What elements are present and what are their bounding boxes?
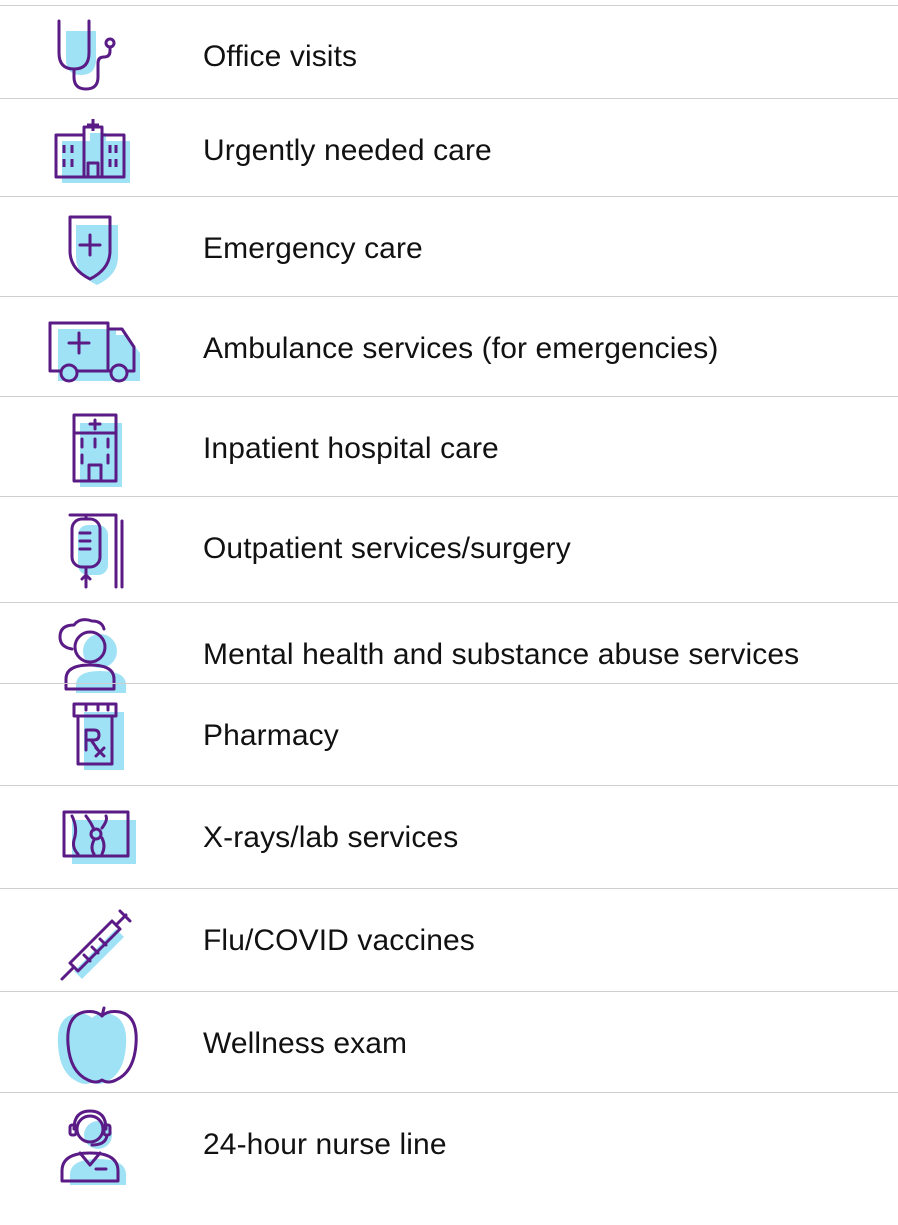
service-label: Outpatient services/surgery [203,532,571,565]
nurse-headset-icon [44,1105,144,1185]
shield-plus-icon [44,209,144,289]
divider [0,196,898,197]
list-item: Pharmacy [0,685,898,787]
divider [0,888,898,889]
divider [0,496,898,497]
divider [0,98,898,99]
list-item: 24-hour nurse line [0,1094,898,1196]
service-label: Inpatient hospital care [203,432,499,465]
list-item: Outpatient services/surgery [0,498,898,600]
apple-icon [44,1004,144,1084]
rx-bottle-icon [44,696,144,776]
divider [0,396,898,397]
syringe-icon [44,901,144,981]
service-label: X-rays/lab services [203,821,459,854]
service-label: Office visits [203,40,358,73]
divider [0,991,898,992]
list-item: Inpatient hospital care [0,398,898,500]
service-label: Urgently needed care [203,134,492,167]
divider [0,296,898,297]
service-label: Flu/COVID vaccines [203,924,475,957]
list-item: Wellness exam [0,993,898,1095]
list-item: X-rays/lab services [0,787,898,889]
list-item: Emergency care [0,198,898,300]
service-label: Wellness exam [203,1027,408,1060]
iv-bag-icon [44,509,144,589]
service-label: Pharmacy [203,719,339,752]
stethoscope-icon [44,17,144,97]
list-item: Ambulance services (for emergencies) [0,298,898,400]
divider [0,1092,898,1093]
service-label: Mental health and substance abuse servic… [203,638,800,671]
service-label: Ambulance services (for emergencies) [203,332,719,365]
list-item: Flu/COVID vaccines [0,890,898,992]
divider [0,683,898,684]
service-label: Emergency care [203,232,423,265]
xray-icon [44,798,144,878]
clinic-building-icon [44,111,144,191]
hospital-icon [44,409,144,489]
divider [0,602,898,603]
list-item: Office visits [0,6,898,108]
list-item: Urgently needed care [0,100,898,202]
divider [0,785,898,786]
service-label: 24-hour nurse line [203,1128,447,1161]
ambulance-icon [44,309,144,389]
